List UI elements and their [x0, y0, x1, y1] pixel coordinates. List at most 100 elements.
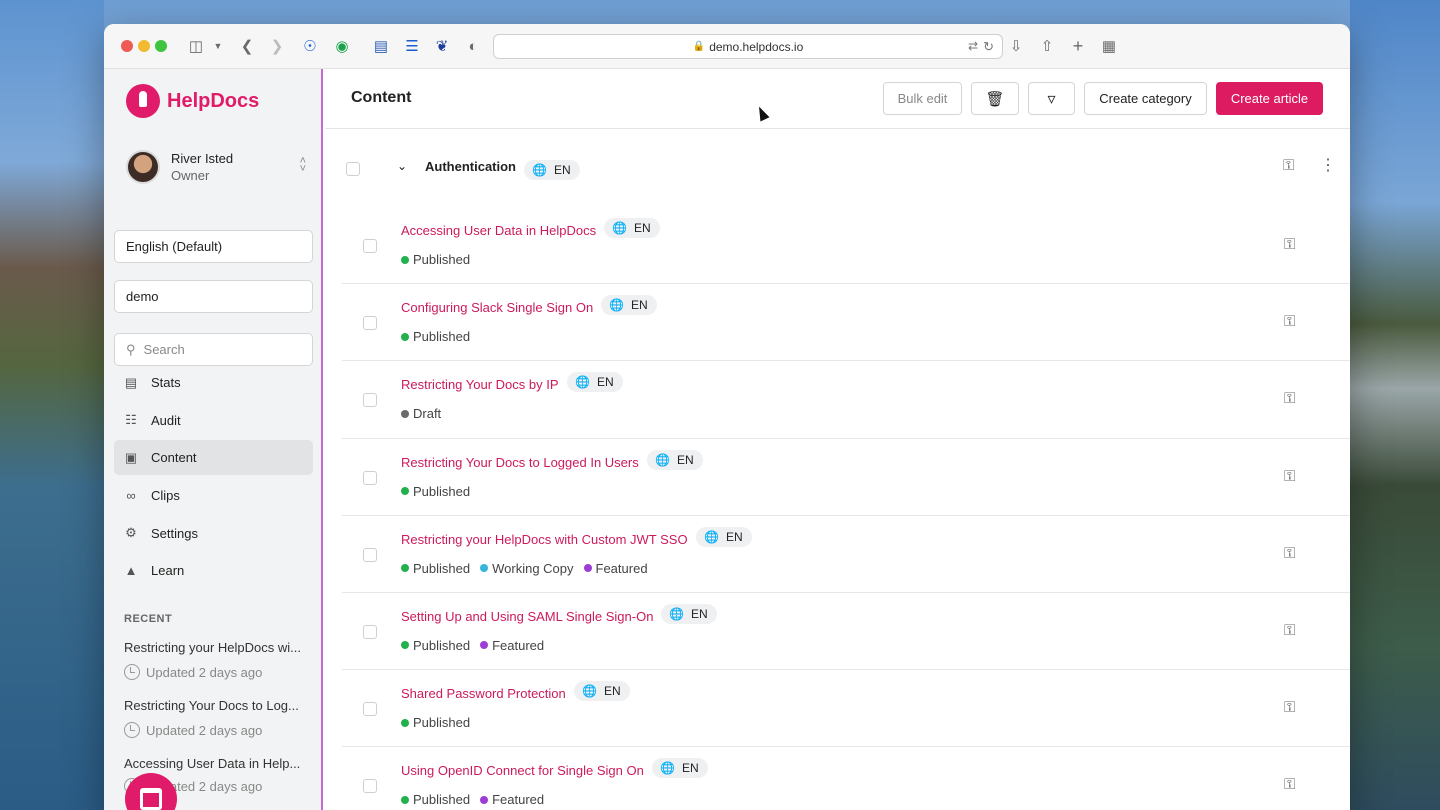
content-header: Content Bulk edit 🗑 ▿ Create category Cr…	[325, 69, 1350, 129]
create-category-button[interactable]: Create category	[1084, 82, 1207, 115]
archive-icon: ▣	[124, 449, 138, 465]
filter-button[interactable]: ▿	[1028, 82, 1075, 115]
key-icon[interactable]: ⚿	[1284, 313, 1295, 330]
article-checkbox[interactable]	[363, 624, 377, 639]
sidebar: HelpDocs River Isted Owner ˄ ˅ English (D…	[104, 69, 323, 810]
notes-extension-icon[interactable]: ▤	[371, 36, 391, 56]
delete-button[interactable]: 🗑	[971, 82, 1019, 115]
forward-arrow-icon[interactable]: ❯	[267, 36, 287, 56]
sidebar-item-settings[interactable]: ⚙ Settings	[114, 516, 313, 551]
sidebar-item-stats[interactable]: ▤ Stats	[114, 365, 313, 400]
close-window-button[interactable]	[121, 40, 133, 52]
working-status-icon	[480, 564, 489, 573]
chevron-down-icon[interactable]: ⌄	[397, 159, 407, 173]
share-icon[interactable]: ⇧	[1037, 36, 1057, 56]
article-statuses: Published	[401, 329, 480, 344]
create-article-button[interactable]: Create article	[1216, 82, 1323, 115]
article-title-link[interactable]: Restricting your HelpDocs with Custom JW…	[401, 532, 688, 547]
language-badge: 🌐 EN	[601, 295, 657, 316]
table-row[interactable]: Restricting Your Docs by IP 🌐 EN Draft ⚿	[342, 361, 1350, 439]
browser-window: ◫ ▼ ❮ ❯ ☉ ◉ ▤ ☰ ❦ ◐ 🔒 demo.helpdocs.io ⇄…	[104, 24, 1350, 810]
status-label: Published	[413, 637, 471, 653]
key-icon[interactable]: ⚿	[1283, 157, 1294, 174]
article-title-link[interactable]: Restricting Your Docs by IP	[401, 377, 559, 392]
recent-item[interactable]: Restricting Your Docs to Log... Updated …	[124, 698, 309, 738]
translate-icon[interactable]: ⇄	[968, 39, 978, 53]
sidebar-item-learn[interactable]: ▲ Learn	[114, 553, 313, 588]
user-switcher[interactable]: River Isted Owner ˄ ˅	[126, 147, 306, 187]
main-content: Content Bulk edit 🗑 ▿ Create category Cr…	[325, 69, 1350, 810]
key-icon[interactable]: ⚿	[1284, 776, 1295, 793]
reload-icon[interactable]: ↻	[983, 39, 994, 55]
key-icon[interactable]: ⚿	[1284, 236, 1295, 253]
category-name[interactable]: Authentication	[425, 159, 516, 174]
article-checkbox[interactable]	[363, 393, 377, 408]
chevron-down-icon[interactable]: ▼	[208, 36, 228, 56]
article-title-link[interactable]: Configuring Slack Single Sign On	[401, 300, 593, 315]
bulk-edit-button[interactable]: Bulk edit	[883, 82, 962, 115]
key-icon[interactable]: ⚿	[1284, 390, 1295, 407]
helpdocs-logo-icon	[126, 84, 160, 118]
sidebar-item-audit[interactable]: ☷ Audit	[114, 403, 313, 438]
status-label: Draft	[413, 406, 442, 422]
layers-extension-icon[interactable]: ☰	[402, 36, 422, 56]
helpdocs-logo[interactable]: HelpDocs	[126, 84, 259, 118]
key-icon[interactable]: ⚿	[1284, 545, 1295, 562]
search-input[interactable]: ⚲ Search	[114, 333, 313, 366]
globe-icon: 🌐	[660, 761, 675, 776]
table-row[interactable]: Accessing User Data in HelpDocs 🌐 EN Publis…	[342, 207, 1350, 285]
sidebar-item-label: Content	[151, 450, 197, 466]
language-badge: 🌐 EN	[574, 681, 630, 702]
language-badge: 🌐 EN	[661, 603, 717, 624]
maximize-window-button[interactable]	[155, 40, 167, 52]
featured-status-icon	[583, 564, 592, 573]
article-title-link[interactable]: Restricting Your Docs to Logged In Users	[401, 455, 639, 470]
back-arrow-icon[interactable]: ❮	[237, 36, 257, 56]
sidebar-toggle-icon[interactable]: ◫	[186, 36, 206, 56]
article-title-link[interactable]: Shared Password Protection	[401, 686, 566, 701]
article-title-link[interactable]: Using OpenID Connect for Single Sign On	[401, 763, 644, 778]
recent-item[interactable]: Restricting your HelpDocs wi... Updated …	[124, 640, 309, 680]
table-row[interactable]: Restricting Your Docs to Logged In Users…	[342, 439, 1350, 516]
globe-icon: 🌐	[704, 529, 719, 544]
status-badge: Published	[401, 715, 470, 730]
table-row[interactable]: Setting Up and Using SAML Single Sign-On…	[342, 593, 1350, 671]
address-bar[interactable]: 🔒 demo.helpdocs.io ⇄ ↻	[493, 34, 1003, 59]
key-icon[interactable]: ⚿	[1284, 468, 1295, 485]
tab-overview-icon[interactable]: ▦	[1099, 36, 1119, 56]
status-label: Published	[413, 252, 471, 267]
sidebar-item-content[interactable]: ▣ Content	[114, 440, 313, 476]
article-checkbox[interactable]	[363, 547, 377, 562]
article-checkbox[interactable]	[363, 470, 377, 485]
article-checkbox[interactable]	[363, 702, 377, 717]
article-checkbox[interactable]	[363, 316, 377, 331]
table-row[interactable]: Restricting your HelpDocs with Custom JW…	[342, 516, 1350, 593]
language-select[interactable]: English (Default)	[114, 230, 313, 263]
published-status-icon	[401, 641, 409, 650]
recent-item-title: Accessing User Data in Help...	[124, 756, 301, 771]
recent-item-title: Restricting your HelpDocs wi...	[124, 640, 301, 655]
published-status-icon	[401, 487, 409, 496]
article-checkbox[interactable]	[363, 239, 377, 253]
shield-icon[interactable]: ◐	[463, 36, 483, 56]
article-title-link[interactable]: Setting Up and Using SAML Single Sign-On	[401, 609, 653, 624]
category-checkbox[interactable]	[346, 162, 360, 176]
minimize-window-button[interactable]	[138, 40, 150, 52]
download-icon[interactable]: ⇩	[1006, 36, 1026, 56]
workspace-select[interactable]: demo	[114, 280, 313, 313]
article-title-link[interactable]: Accessing User Data in HelpDocs	[401, 223, 596, 238]
new-tab-icon[interactable]: +	[1068, 36, 1088, 56]
article-checkbox[interactable]	[363, 779, 377, 794]
article-statuses: Published	[401, 252, 480, 267]
key-icon[interactable]: ⚿	[1284, 622, 1295, 639]
more-options-icon[interactable]: ⋮	[1320, 155, 1336, 175]
table-row[interactable]: Configuring Slack Single Sign On 🌐 EN Publi…	[342, 284, 1350, 362]
key-icon[interactable]: ⚿	[1284, 699, 1295, 716]
grammarly-icon[interactable]: ◉	[332, 36, 352, 56]
status-label: Featured	[492, 637, 545, 653]
table-row[interactable]: Shared Password Protection 🌐 EN Published ⚿	[342, 670, 1350, 748]
table-row[interactable]: Using OpenID Connect for Single Sign On 🌐…	[342, 747, 1350, 810]
sidebar-item-clips[interactable]: ∞ Clips	[114, 478, 313, 513]
figure-extension-icon[interactable]: ❦	[432, 36, 452, 56]
password-manager-icon[interactable]: ☉	[300, 36, 320, 56]
